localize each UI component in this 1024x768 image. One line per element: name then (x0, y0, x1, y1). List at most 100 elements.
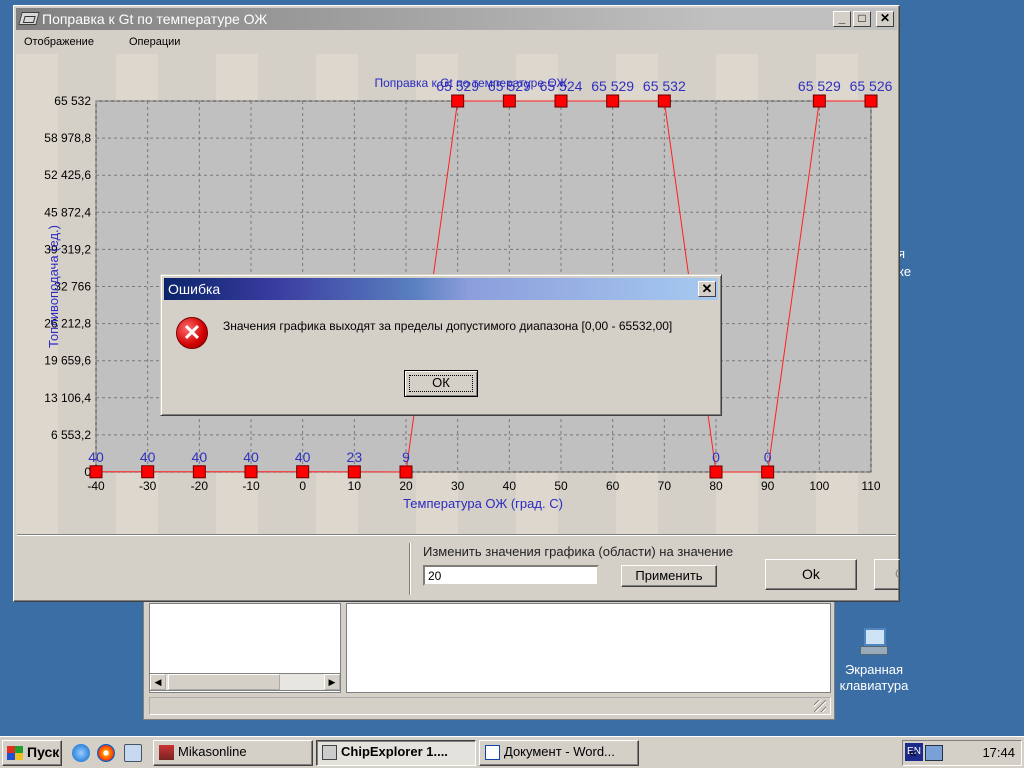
dialog-titlebar[interactable]: Ошибка ✕ (164, 278, 718, 300)
task-mikasonline[interactable]: Mikasonline (153, 740, 313, 766)
data-point-label: 65 529 (591, 78, 634, 94)
data-point-marker (296, 465, 310, 479)
y-tick-label: 65 532 (54, 94, 91, 108)
x-tick-label: 0 (299, 479, 306, 493)
x-tick-label: 60 (606, 479, 620, 493)
chip-icon (322, 745, 337, 760)
divider (17, 534, 896, 536)
data-point-label: 40 (243, 449, 259, 465)
start-button[interactable]: Пуск (2, 740, 62, 766)
y-tick-label: 6 553,2 (51, 428, 91, 442)
minimize-button[interactable]: _ (833, 11, 851, 27)
apply-button[interactable]: Применить (621, 565, 717, 587)
error-icon: ✕ (176, 317, 208, 349)
resize-grip-icon[interactable] (814, 700, 826, 712)
x-tick-label: 90 (761, 479, 775, 493)
menu-operations[interactable]: Операции (129, 36, 180, 48)
data-point-label: 65 526 (850, 78, 893, 94)
maximize-button[interactable]: □ (853, 11, 871, 27)
desktop-icon-label: клавиатура (839, 678, 909, 693)
content-pane[interactable] (346, 603, 831, 693)
data-point-marker (244, 465, 258, 479)
y-tick-label: 19 659,6 (44, 354, 91, 368)
desktop-icon[interactable] (124, 744, 142, 762)
clock[interactable]: 17:44 (982, 745, 1015, 760)
y-tick-label: 52 425,6 (44, 168, 91, 182)
x-tick-label: -10 (242, 479, 260, 493)
data-point-label: 40 (88, 449, 104, 465)
data-point-marker (709, 465, 723, 479)
onscreen-keyboard-shortcut[interactable]: Экранная клавиатура (834, 626, 914, 694)
y-tick-label: 45 872,4 (44, 205, 91, 219)
background-window: ◀ ▶ (143, 596, 835, 720)
task-word[interactable]: Документ - Word... (479, 740, 639, 766)
data-point-marker (192, 465, 206, 479)
data-point-marker (554, 94, 568, 108)
error-message: Значения графика выходят за пределы допу… (223, 319, 673, 333)
internet-explorer-icon[interactable] (72, 744, 90, 762)
y-axis-title: Топливоподача (ед.) (46, 225, 61, 348)
x-tick-label: -40 (87, 479, 105, 493)
window-titlebar[interactable]: Поправка к Gt по температуре ОЖ _ □ ✕ (16, 8, 897, 30)
data-point-label: 40 (140, 449, 156, 465)
scroll-right-arrow-icon[interactable]: ▶ (324, 674, 340, 690)
data-point-marker (606, 94, 620, 108)
data-point-marker (864, 94, 878, 108)
status-bar (149, 697, 831, 715)
x-tick-label: -30 (139, 479, 157, 493)
cancel-button[interactable]: О (874, 559, 900, 590)
system-tray: « 17:44 (902, 740, 1022, 766)
data-point-marker (657, 94, 671, 108)
x-tick-label: 10 (348, 479, 362, 493)
x-tick-label: 20 (399, 479, 413, 493)
x-tick-label: 110 (861, 479, 880, 493)
data-point-marker (347, 465, 361, 479)
keyboard-icon (858, 626, 890, 658)
error-dialog: Ошибка ✕ ✕ Значения графика выходят за п… (160, 274, 722, 416)
data-point-marker (812, 94, 826, 108)
taskbar: Пуск Mikasonline ChipExplorer 1.... Доку… (0, 736, 1024, 768)
data-point-label: 65 529 (436, 78, 479, 94)
chip-icon (18, 12, 40, 25)
value-input[interactable] (423, 565, 599, 586)
task-chipexplorer[interactable]: ChipExplorer 1.... (316, 740, 476, 766)
data-point-label: 9 (402, 449, 410, 465)
ok-button[interactable]: Ok (765, 559, 857, 590)
dialog-ok-button[interactable]: ОК (404, 370, 478, 397)
focus-rect (409, 375, 473, 392)
change-value-label: Изменить значения графика (области) на з… (423, 544, 734, 559)
network-icon[interactable] (925, 745, 943, 761)
x-tick-label: 80 (709, 479, 723, 493)
menubar: Отображение Операции (16, 32, 897, 52)
scroll-thumb[interactable] (168, 674, 280, 690)
dialog-title: Ошибка (168, 281, 221, 297)
media-player-icon[interactable] (97, 744, 115, 762)
window-title: Поправка к Gt по температуре ОЖ (42, 11, 268, 27)
y-tick-label: 58 978,8 (44, 131, 91, 145)
close-button[interactable]: ✕ (876, 11, 894, 27)
data-point-marker (502, 94, 516, 108)
data-point-marker (399, 465, 413, 479)
task-label: ChipExplorer 1.... (341, 744, 448, 759)
divider (409, 543, 411, 595)
task-label: Mikasonline (178, 744, 247, 759)
chevron-left-icon[interactable]: « (909, 744, 917, 760)
x-tick-label: 40 (503, 479, 517, 493)
crown-icon (159, 745, 174, 760)
data-point-label: 40 (295, 449, 311, 465)
menu-display[interactable]: Отображение (24, 36, 94, 48)
data-point-marker (141, 465, 155, 479)
y-tick-label: 13 106,4 (44, 391, 91, 405)
horizontal-scrollbar[interactable]: ◀ ▶ (149, 673, 341, 691)
desktop-icon-label: Экранная (844, 662, 904, 677)
x-tick-label: 50 (554, 479, 568, 493)
data-point-marker (451, 94, 465, 108)
data-point-marker (89, 465, 103, 479)
data-point-label: 65 532 (643, 78, 686, 94)
windows-logo-icon (7, 746, 23, 760)
data-point-label: 65 524 (540, 78, 583, 94)
x-axis-title: Температура ОЖ (град. С) (403, 496, 563, 511)
data-point-label: 65 529 (798, 78, 841, 94)
dialog-close-button[interactable]: ✕ (698, 281, 716, 297)
scroll-left-arrow-icon[interactable]: ◀ (150, 674, 166, 690)
